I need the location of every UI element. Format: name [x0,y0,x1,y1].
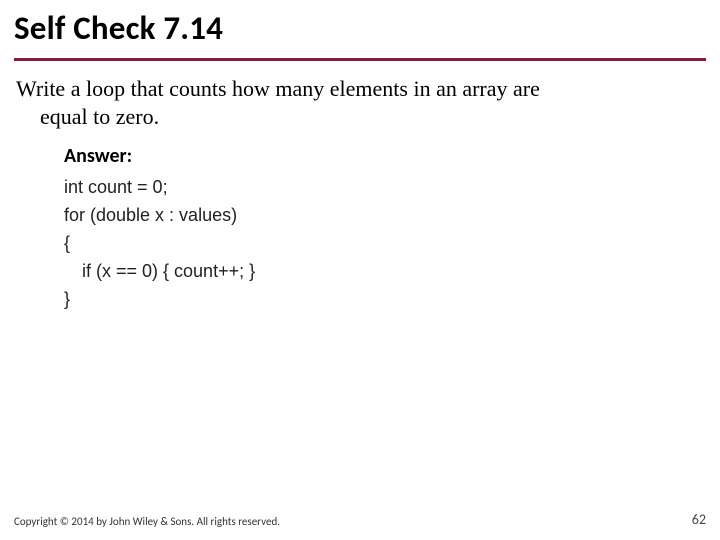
prompt-line-1: Write a loop that counts how many elemen… [16,76,540,101]
copyright-text: Copyright © 2014 by John Wiley & Sons. A… [14,515,280,528]
slide-title: Self Check 7.14 [14,8,706,54]
answer-label: Answer: [64,144,706,168]
code-line-1: int count = 0; [64,174,706,202]
code-line-2: for (double x : values) [64,202,706,230]
code-line-3: { [64,230,706,258]
code-line-4: if (x == 0) { count++; } [64,258,706,286]
question-prompt: Write a loop that counts how many elemen… [14,75,706,130]
answer-label-text: Answer: [64,144,132,168]
title-divider [14,58,706,61]
page-number: 62 [692,511,706,528]
code-block: int count = 0; for (double x : values) {… [64,174,706,313]
prompt-line-2: equal to zero. [16,103,706,131]
slide: Self Check 7.14 Write a loop that counts… [0,0,720,540]
code-line-5: } [64,286,706,314]
answer-block: Answer: int count = 0; for (double x : v… [14,144,706,313]
footer: Copyright © 2014 by John Wiley & Sons. A… [14,511,706,528]
